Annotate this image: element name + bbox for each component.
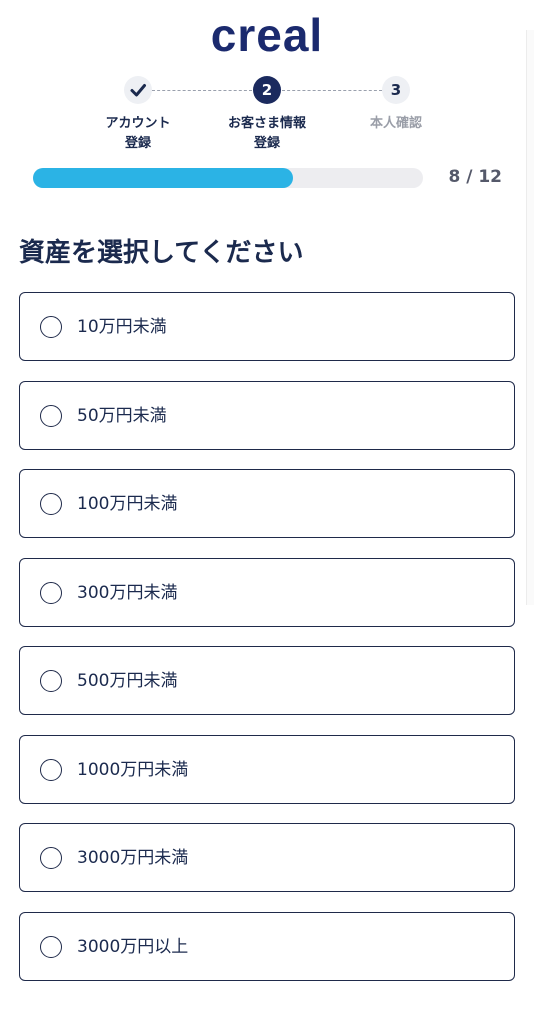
page-title: 資産を選択してください bbox=[19, 238, 304, 268]
asset-option-label: 300万円未満 bbox=[77, 582, 178, 603]
asset-option[interactable]: 1000万円未満 bbox=[19, 734, 515, 804]
asset-option[interactable]: 100万円未満 bbox=[19, 469, 515, 538]
radio-button[interactable] bbox=[40, 935, 62, 958]
asset-option-list: 10万円未満 50万円未満 100万円未満 300万円未満 500万円未満 1000万円未… bbox=[19, 292, 515, 1000]
radio-button[interactable] bbox=[40, 758, 62, 781]
asset-option[interactable]: 3000万円未満 bbox=[19, 823, 515, 892]
step-connector-2 bbox=[282, 90, 382, 91]
progress-bar-fill bbox=[33, 168, 293, 188]
asset-option-label: 3000万円未満 bbox=[77, 848, 189, 868]
step-connector-1 bbox=[152, 90, 252, 91]
asset-option[interactable]: 300万円未満 bbox=[19, 557, 515, 627]
step-2-label-line2: 登録 bbox=[253, 136, 280, 151]
asset-option-label: 10万円未満 bbox=[77, 317, 167, 337]
progress-bar bbox=[33, 168, 423, 188]
radio-button[interactable] bbox=[40, 316, 62, 338]
asset-option-label: 50万円未満 bbox=[77, 405, 167, 426]
asset-option-label: 100万円未満 bbox=[77, 494, 178, 514]
step-1-indicator bbox=[124, 76, 152, 104]
step-2-number: 2 bbox=[261, 81, 273, 99]
asset-option-label: 1000万円未満 bbox=[77, 759, 189, 780]
asset-option[interactable]: 3000万円以上 bbox=[19, 911, 515, 981]
step-2-label: お客さま情報 登録 bbox=[212, 114, 322, 154]
step-3-indicator: 3 bbox=[382, 76, 410, 104]
step-1-label-line1: アカウント bbox=[105, 116, 171, 131]
radio-button[interactable] bbox=[40, 847, 62, 869]
progress-count: 8 / 12 bbox=[448, 167, 502, 187]
step-2-label-line1: お客さま情報 bbox=[227, 116, 306, 131]
radio-button[interactable] bbox=[40, 670, 62, 692]
asset-option[interactable]: 10万円未満 bbox=[19, 292, 515, 361]
asset-option-label: 3000万円以上 bbox=[77, 936, 189, 957]
asset-option[interactable]: 50万円未満 bbox=[19, 380, 515, 450]
radio-button[interactable] bbox=[40, 404, 62, 427]
asset-option[interactable]: 500万円未満 bbox=[19, 646, 515, 715]
step-3-label-line1: 本人確認 bbox=[369, 116, 422, 131]
registration-stepper: 2 3 アカウント 登録 お客さま情報 登録 本人確認 bbox=[0, 76, 534, 156]
asset-option-label: 500万円未満 bbox=[77, 671, 178, 691]
creal-logo: creal bbox=[210, 9, 324, 61]
step-3-label: 本人確認 bbox=[341, 114, 451, 134]
check-icon bbox=[130, 84, 146, 97]
step-1-label-line2: 登録 bbox=[124, 136, 151, 151]
step-3-number: 3 bbox=[390, 81, 402, 99]
step-2-indicator: 2 bbox=[253, 76, 281, 104]
radio-button[interactable] bbox=[40, 581, 62, 604]
step-1-label: アカウント 登録 bbox=[83, 114, 193, 154]
radio-button[interactable] bbox=[40, 493, 62, 515]
